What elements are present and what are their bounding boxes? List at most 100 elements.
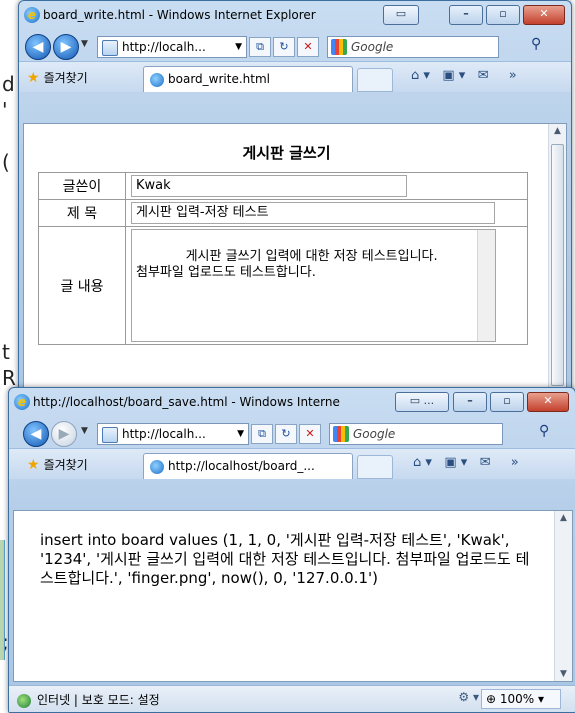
table-row: 글쓴이 Kwak [38, 172, 528, 200]
search-input[interactable]: Google [329, 423, 503, 445]
tab-label: http://localhost/board_... [168, 459, 315, 473]
content-label: 글 내용 [38, 226, 126, 345]
preview-icon: ▭ ... [409, 394, 435, 407]
command-bar: ⌂ ▾ ▣ ▾ ✉ » [411, 68, 517, 83]
forward-button[interactable]: ▶ [51, 421, 77, 447]
scrollbar-thumb[interactable] [551, 144, 564, 386]
vertical-scrollbar[interactable]: ▲ [548, 124, 566, 430]
stop-icon[interactable]: ✕ [297, 37, 319, 57]
more-tools-icon[interactable]: » [509, 68, 517, 83]
scroll-up-icon[interactable]: ▲ [549, 126, 566, 136]
maximize-button[interactable]: ▫ [486, 5, 520, 25]
textarea-scrollbar[interactable] [477, 230, 495, 341]
page-content: 게시판 글쓰기 글쓴이 Kwak 제 목 게시판 입력-저장 테스트 글 내용 … [23, 123, 567, 431]
history-dropdown-icon[interactable]: ▼ [81, 426, 88, 436]
content-text: 게시판 글쓰기 입력에 대한 저장 테스트입니다. 첨부파일 업로드도 테스트합… [136, 249, 438, 280]
table-row: 글 내용 게시판 글쓰기 입력에 대한 저장 테스트입니다. 첨부파일 업로드도… [38, 226, 528, 345]
address-bar[interactable]: http://localh... ▼ [97, 423, 249, 445]
subject-input[interactable]: 게시판 입력-저장 테스트 [131, 202, 495, 224]
ie-window-board-save[interactable]: e http://localhost/board_save.html - Win… [8, 387, 575, 713]
maximize-icon: ▫ [503, 394, 511, 407]
close-button[interactable]: ✕ [527, 392, 569, 412]
maximize-icon: ▫ [499, 7, 507, 20]
home-icon[interactable]: ⌂ ▾ [411, 68, 430, 83]
protected-mode-icon[interactable]: ⚙ ▾ [458, 690, 479, 704]
search-icon[interactable]: ⚲ [531, 36, 541, 52]
new-tab-button[interactable] [357, 68, 393, 92]
refresh-icon[interactable]: ↻ [275, 424, 297, 444]
navigation-bar: ◀ ▶ ▼ http://localh... ▼ ⧉ ↻ ✕ Google ⚲ [9, 418, 575, 448]
bg-window-edge [0, 540, 5, 660]
minimize-button[interactable]: – [453, 392, 487, 412]
taskbar-preview-button[interactable]: ▭ [383, 5, 419, 25]
search-placeholder: Google [353, 427, 396, 441]
search-input[interactable]: Google [327, 36, 499, 58]
refresh-icon[interactable]: ↻ [273, 37, 295, 57]
board-form-table: 글쓴이 Kwak 제 목 게시판 입력-저장 테스트 글 내용 게시판 글쓰기 … [38, 172, 528, 345]
tab-board-save[interactable]: http://localhost/board_... [143, 453, 353, 479]
bg-fragment: t [2, 340, 10, 364]
title-bar[interactable]: e board_write.html - Windows Internet Ex… [19, 1, 571, 31]
ie-logo-icon: e [24, 7, 40, 23]
minimize-button[interactable]: – [449, 5, 483, 25]
security-zone[interactable]: 인터넷 | 보호 모드: 설정 [17, 691, 160, 708]
back-button[interactable]: ◀ [25, 34, 51, 60]
more-tools-icon[interactable]: » [511, 455, 519, 470]
bg-fragment: d [2, 72, 15, 96]
window-title: http://localhost/board_save.html - Windo… [33, 395, 340, 409]
stop-icon[interactable]: ✕ [299, 424, 321, 444]
table-row: 제 목 게시판 입력-저장 테스트 [38, 199, 528, 227]
sql-query-text: insert into board values (1, 1, 0, '게시판 … [40, 531, 530, 587]
favorites-bar: ★ 즐겨찾기 http://localhost/board_... ⌂ ▾ ▣ ▾… [9, 448, 575, 479]
close-button[interactable]: ✕ [523, 5, 565, 25]
address-dropdown-icon[interactable]: ▼ [237, 424, 244, 444]
maximize-button[interactable]: ▫ [490, 392, 524, 412]
back-button[interactable]: ◀ [23, 421, 49, 447]
tab-label: board_write.html [168, 72, 270, 86]
favorites-button[interactable]: ★ 즐겨찾기 [27, 456, 88, 473]
zone-text: 인터넷 | 보호 모드: 설정 [37, 693, 160, 707]
compatibility-view-icon[interactable]: ⧉ [251, 424, 273, 444]
status-bar: 인터넷 | 보호 모드: 설정 ⚙ ▾ ⊕ 100% ▾ [9, 685, 575, 712]
feeds-icon[interactable]: ▣ ▾ [442, 68, 465, 83]
tab-ie-icon [150, 72, 164, 87]
favorites-bar: ★ 즐겨찾기 board_write.html ⌂ ▾ ▣ ▾ ✉ » [19, 61, 571, 92]
scroll-up-icon[interactable]: ▲ [555, 513, 572, 523]
search-icon[interactable]: ⚲ [539, 423, 549, 439]
bg-fragment: ( [2, 150, 10, 174]
vertical-scrollbar[interactable]: ▲ ▼ [554, 511, 572, 681]
zoom-control[interactable]: ⊕ 100% ▾ [480, 689, 561, 709]
content-textarea[interactable]: 게시판 글쓰기 입력에 대한 저장 테스트입니다. 첨부파일 업로드도 테스트합… [131, 229, 496, 342]
taskbar-preview-button[interactable]: ▭ ... [395, 392, 449, 412]
minimize-icon: – [463, 7, 469, 20]
bg-fragment: ' [2, 98, 8, 122]
writer-input[interactable]: Kwak [131, 175, 407, 197]
mail-icon[interactable]: ✉ [478, 68, 489, 83]
favorites-label: 즐겨찾기 [43, 458, 88, 472]
scroll-down-icon[interactable]: ▼ [555, 669, 572, 679]
new-tab-button[interactable] [357, 455, 393, 479]
subject-label: 제 목 [38, 199, 126, 227]
mail-icon[interactable]: ✉ [480, 455, 491, 470]
page-icon [102, 427, 118, 443]
google-icon [331, 39, 347, 55]
feeds-icon[interactable]: ▣ ▾ [444, 455, 467, 470]
compatibility-view-icon[interactable]: ⧉ [249, 37, 271, 57]
preview-icon: ▭ [395, 7, 407, 20]
close-icon: ✕ [539, 7, 549, 20]
window-title: board_write.html - Windows Internet Expl… [43, 8, 316, 22]
home-icon[interactable]: ⌂ ▾ [413, 455, 432, 470]
globe-icon [17, 693, 31, 708]
star-icon: ★ [27, 70, 40, 86]
title-bar[interactable]: e http://localhost/board_save.html - Win… [9, 388, 575, 418]
favorites-button[interactable]: ★ 즐겨찾기 [27, 69, 88, 86]
tab-board-write[interactable]: board_write.html [143, 66, 353, 92]
forward-button[interactable]: ▶ [53, 34, 79, 60]
history-dropdown-icon[interactable]: ▼ [81, 39, 88, 49]
ie-logo-icon: e [14, 394, 30, 410]
ie-window-board-write[interactable]: e board_write.html - Windows Internet Ex… [18, 0, 572, 432]
star-icon: ★ [27, 457, 40, 473]
address-dropdown-icon[interactable]: ▼ [235, 37, 242, 57]
command-bar: ⌂ ▾ ▣ ▾ ✉ » [413, 455, 519, 470]
address-bar[interactable]: http://localh... ▼ [97, 36, 247, 58]
